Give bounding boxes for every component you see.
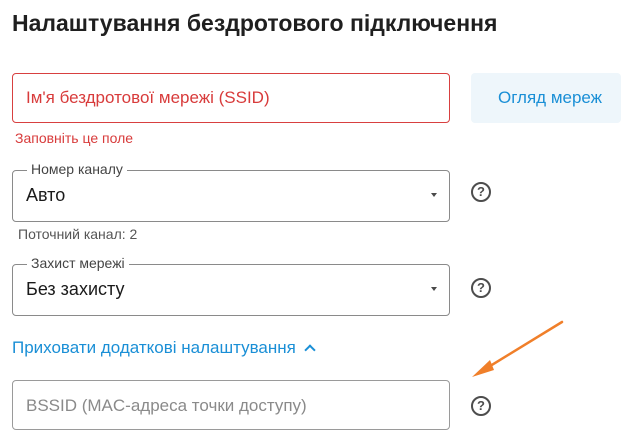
page-title: Налаштування бездротового підключення xyxy=(12,10,498,36)
help-icon[interactable]: ? xyxy=(471,396,491,416)
channel-value: Авто xyxy=(26,185,66,205)
ssid-input[interactable]: Ім'я бездротової мережі (SSID) xyxy=(12,73,450,123)
caret-down-icon xyxy=(431,287,437,291)
chevron-up-icon xyxy=(304,344,316,356)
channel-select[interactable]: Номер каналу Авто xyxy=(12,161,450,222)
hide-advanced-settings-label: Приховати додаткові налаштування xyxy=(12,338,296,357)
ssid-placeholder: Ім'я бездротової мережі (SSID) xyxy=(26,88,270,107)
caret-down-icon xyxy=(431,193,437,197)
bssid-input[interactable]: BSSID (MAC-адреса точки доступу) xyxy=(12,380,450,430)
ssid-error-message: Заповніть це поле xyxy=(15,130,134,146)
scan-networks-button[interactable]: Огляд мереж xyxy=(471,73,621,123)
arrow-annotation-icon xyxy=(472,320,564,377)
current-channel-text: Поточний канал: 2 xyxy=(18,226,138,242)
bssid-placeholder: BSSID (MAC-адреса точки доступу) xyxy=(26,396,307,415)
hide-advanced-settings-link[interactable]: Приховати додаткові налаштування xyxy=(12,338,316,358)
security-value: Без захисту xyxy=(26,279,125,299)
security-label: Захист мережі xyxy=(27,255,129,271)
channel-label: Номер каналу xyxy=(27,161,127,177)
security-select[interactable]: Захист мережі Без захисту xyxy=(12,255,450,316)
help-icon[interactable]: ? xyxy=(471,182,491,202)
help-icon[interactable]: ? xyxy=(471,278,491,298)
